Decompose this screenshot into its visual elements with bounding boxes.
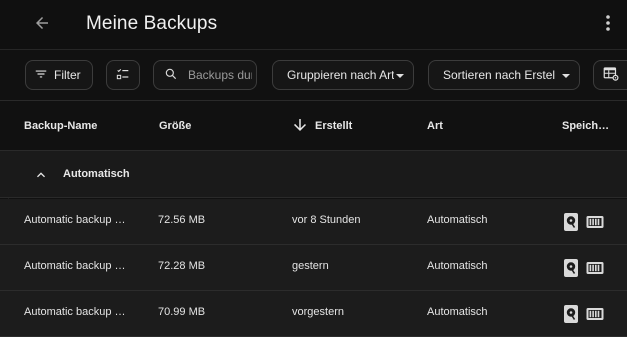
column-header-locations[interactable]: Speich… [562, 120, 609, 132]
filter-label: Filter [54, 68, 81, 82]
top-app-bar: Meine Backups [0, 0, 627, 50]
backup-created: gestern [292, 260, 329, 272]
backup-type: Automatisch [427, 214, 488, 226]
search-box[interactable] [153, 60, 257, 90]
dropdown-arrow-icon [562, 74, 570, 78]
group-header-automatic[interactable]: Automatisch [0, 151, 627, 198]
backup-name: Automatic backup … [24, 214, 126, 226]
backup-size: 72.28 MB [158, 260, 206, 272]
group-by-label: Gruppieren nach Art [287, 68, 395, 82]
backup-name: Automatic backup … [24, 260, 126, 272]
hard-drive-icon [563, 304, 579, 324]
group-label: Automatisch [63, 168, 130, 180]
backup-locations [563, 258, 604, 278]
table-header: Backup-Name Größe Erstellt Art Speich… [0, 100, 627, 151]
table-row[interactable]: Automatic backup … 70.99 MB vorgestern A… [0, 291, 627, 337]
column-header-created[interactable]: Erstellt [315, 120, 352, 132]
backup-locations [563, 212, 604, 232]
group-by-dropdown[interactable]: Gruppieren nach Art [272, 60, 414, 90]
selection-mode-button[interactable] [106, 60, 140, 90]
backup-type: Automatisch [427, 306, 488, 318]
arrow-left-icon [33, 14, 51, 37]
column-header-size[interactable]: Größe [159, 120, 191, 132]
table-cog-icon [602, 65, 620, 86]
sort-by-dropdown[interactable]: Sortieren nach Erstellt [428, 60, 580, 90]
hard-drive-icon [563, 258, 579, 278]
more-vertical-icon [605, 14, 611, 37]
backup-name: Automatic backup … [24, 306, 126, 318]
table-row[interactable]: Automatic backup … 72.56 MB vor 8 Stunde… [0, 199, 627, 245]
nas-storage-icon [586, 261, 604, 275]
nas-storage-icon [586, 215, 604, 229]
backup-size: 72.56 MB [158, 214, 206, 226]
backup-created: vorgestern [292, 306, 344, 318]
backup-created: vor 8 Stunden [292, 214, 361, 226]
more-options-button[interactable] [596, 12, 620, 38]
toolbar: Filter Gruppieren nach Art Sortieren nac… [0, 50, 627, 100]
sort-by-label: Sortieren nach Erstellt [443, 68, 555, 82]
column-header-type[interactable]: Art [427, 120, 443, 132]
backup-locations [563, 304, 604, 324]
chevron-up-icon[interactable] [32, 167, 50, 183]
column-header-name[interactable]: Backup-Name [24, 120, 97, 132]
filter-button[interactable]: Filter [25, 60, 93, 90]
search-input[interactable] [188, 68, 252, 82]
page-title: Meine Backups [86, 13, 218, 34]
sort-descending-icon[interactable] [291, 116, 309, 134]
search-icon [164, 67, 178, 84]
table-settings-button[interactable] [593, 60, 627, 90]
hard-drive-icon [563, 212, 579, 232]
backup-size: 70.99 MB [158, 306, 206, 318]
filter-icon [34, 67, 48, 84]
back-button[interactable] [28, 11, 56, 39]
nas-storage-icon [586, 307, 604, 321]
table-row[interactable]: Automatic backup … 72.28 MB gestern Auto… [0, 245, 627, 291]
backup-type: Automatisch [427, 260, 488, 272]
checklist-icon [115, 66, 131, 85]
dropdown-arrow-icon [396, 74, 404, 78]
